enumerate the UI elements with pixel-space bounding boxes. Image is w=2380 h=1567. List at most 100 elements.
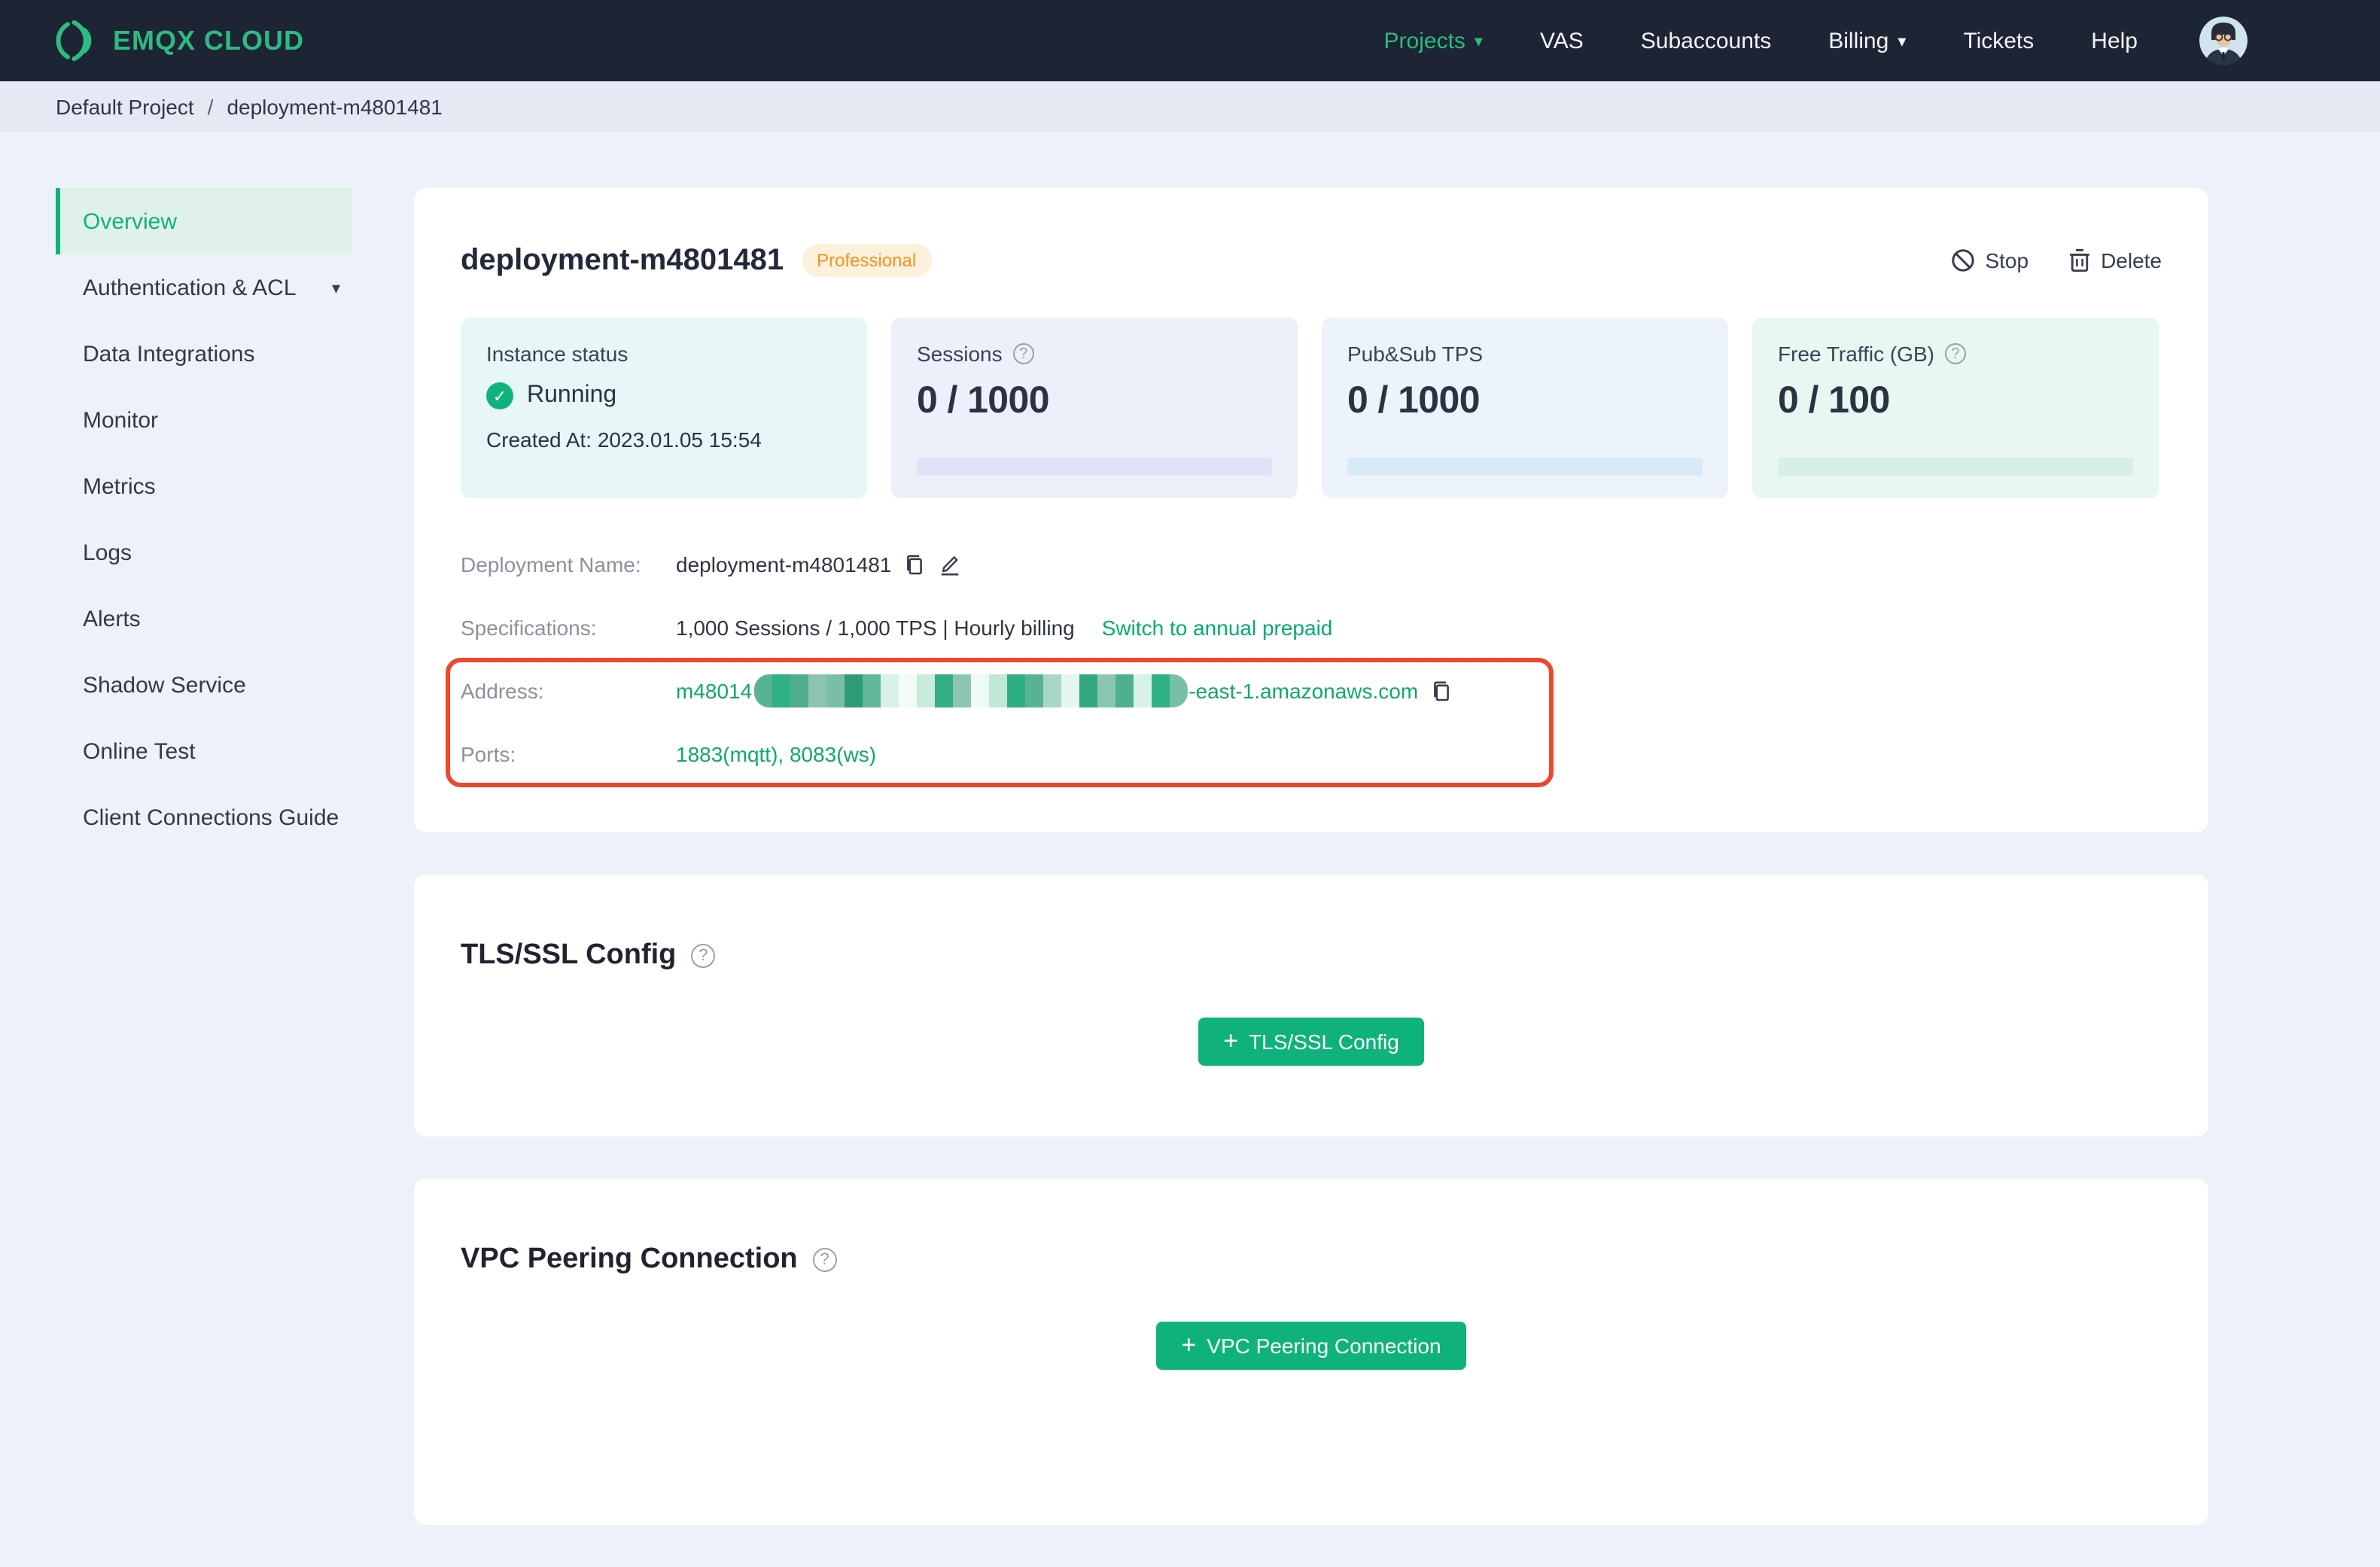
nav-item-help[interactable]: Help — [2062, 0, 2166, 81]
nav-label: Subaccounts — [1640, 28, 1772, 53]
nav-item-projects[interactable]: Projects ▾ — [1356, 0, 1511, 81]
created-at-text: Created At: 2023.01.05 15:54 — [486, 428, 762, 452]
sidebar-item-label: Client Connections Guide — [83, 805, 339, 830]
plus-icon: + — [1223, 1027, 1239, 1055]
sidebar-item-label: Metrics — [83, 473, 156, 499]
sidebar-item-label: Logs — [83, 540, 132, 565]
question-circle-icon[interactable]: ? — [812, 1248, 837, 1272]
sessions-label: Sessions — [917, 342, 1003, 366]
deployment-name-value: deployment-m4801481 — [676, 552, 892, 577]
sidebar-item-alerts[interactable]: Alerts — [56, 586, 352, 652]
nav-label: Billing — [1828, 28, 1889, 53]
vpc-peering-card: VPC Peering Connection ? + VPC Peering C… — [414, 1179, 2208, 1525]
add-tls-ssl-config-button[interactable]: + TLS/SSL Config — [1198, 1018, 1425, 1066]
ports-row: Ports: 1883(mqtt), 8083(ws) — [461, 723, 2162, 786]
sidebar-item-label: Shadow Service — [83, 672, 246, 698]
free-traffic-value: 0 / 100 — [1778, 379, 1890, 421]
sessions-progress-bar — [917, 458, 1272, 476]
sessions-value: 0 / 1000 — [917, 379, 1050, 421]
sidebar-item-data-integrations[interactable]: Data Integrations — [56, 321, 352, 387]
brand-logo[interactable]: EMQX CLOUD — [53, 18, 304, 63]
chevron-down-icon: ▾ — [331, 279, 340, 297]
address-suffix: -east-1.amazonaws.com — [1188, 679, 1419, 703]
pubsub-tps-progress-bar — [1347, 458, 1703, 476]
question-circle-icon[interactable]: ? — [691, 944, 716, 968]
ports-value: 1883(mqtt), 8083(ws) — [676, 742, 877, 766]
sidebar-item-label: Authentication & ACL — [83, 275, 297, 300]
sidebar-item-monitor[interactable]: Monitor — [56, 387, 352, 453]
sidebar: Overview Authentication & ACL ▾ Data Int… — [0, 132, 352, 1567]
user-avatar[interactable] — [2199, 17, 2248, 65]
sidebar-item-shadow-service[interactable]: Shadow Service — [56, 652, 352, 718]
nav-item-subaccounts[interactable]: Subaccounts — [1612, 0, 1800, 81]
nav-label: Help — [2091, 28, 2138, 53]
add-vpc-peering-button[interactable]: + VPC Peering Connection — [1155, 1322, 1467, 1370]
vpc-peering-title: VPC Peering Connection — [461, 1243, 798, 1275]
sessions-card: Sessions ? 0 / 1000 — [891, 318, 1298, 498]
nav-item-billing[interactable]: Billing ▾ — [1800, 0, 1934, 81]
deployment-name-label: Deployment Name: — [461, 552, 641, 577]
redacted-address-mosaic — [753, 674, 1188, 707]
sidebar-item-metrics[interactable]: Metrics — [56, 453, 352, 519]
sidebar-item-label: Data Integrations — [83, 341, 255, 367]
copy-icon[interactable] — [1430, 680, 1453, 702]
instance-status-card: Instance status ✓ Running Created At: 20… — [461, 318, 867, 498]
emqx-logo-icon — [53, 18, 98, 63]
sidebar-item-label: Online Test — [83, 738, 196, 764]
address-row: Address: m48014 -east-1.amazonaws.com — [461, 659, 2162, 723]
chevron-down-icon: ▾ — [1898, 32, 1907, 50]
instance-status-value: Running — [527, 382, 617, 408]
address-prefix: m48014 — [676, 679, 753, 703]
switch-annual-prepaid-link[interactable]: Switch to annual prepaid — [1102, 616, 1333, 640]
add-vpc-peering-label: VPC Peering Connection — [1207, 1334, 1441, 1358]
top-navbar: EMQX CLOUD Projects ▾ VAS Subaccounts Bi… — [0, 0, 2380, 81]
plan-badge: Professional — [802, 244, 932, 277]
question-circle-icon[interactable]: ? — [1012, 343, 1034, 364]
sidebar-item-overview[interactable]: Overview — [56, 188, 352, 254]
nav-item-vas[interactable]: VAS — [1511, 0, 1612, 81]
sidebar-item-label: Alerts — [83, 606, 141, 631]
delete-button[interactable]: Delete — [2068, 248, 2162, 272]
sidebar-item-label: Overview — [83, 208, 178, 234]
breadcrumb-separator: / — [207, 95, 214, 119]
deployment-name-row: Deployment Name: deployment-m4801481 — [461, 533, 2162, 596]
edit-icon[interactable] — [938, 552, 962, 577]
pubsub-tps-value: 0 / 1000 — [1347, 379, 1481, 421]
check-circle-icon: ✓ — [486, 382, 513, 409]
ports-label: Ports: — [461, 742, 516, 766]
tls-ssl-title: TLS/SSL Config — [461, 939, 677, 971]
pubsub-tps-card: Pub&Sub TPS 0 / 1000 — [1322, 318, 1728, 498]
sidebar-item-logs[interactable]: Logs — [56, 519, 352, 586]
stop-icon — [1950, 248, 1974, 272]
nav-label: Tickets — [1963, 28, 2035, 53]
sidebar-item-label: Monitor — [83, 407, 159, 433]
plus-icon: + — [1181, 1331, 1197, 1359]
breadcrumb: Default Project / deployment-m4801481 — [0, 81, 2380, 132]
add-tls-ssl-config-label: TLS/SSL Config — [1249, 1030, 1399, 1054]
question-circle-icon[interactable]: ? — [1944, 343, 1966, 364]
free-traffic-label: Free Traffic (GB) — [1778, 342, 1934, 366]
address-label: Address: — [461, 679, 544, 703]
breadcrumb-project[interactable]: Default Project — [56, 95, 194, 119]
specifications-label: Specifications: — [461, 616, 597, 640]
top-nav-menu: Projects ▾ VAS Subaccounts Billing ▾ Tic… — [1356, 0, 2380, 81]
specifications-value: 1,000 Sessions / 1,000 TPS | Hourly bill… — [676, 616, 1075, 640]
sidebar-item-client-connections-guide[interactable]: Client Connections Guide — [56, 784, 352, 850]
deployment-overview-card: deployment-m4801481 Professional Stop De… — [414, 188, 2208, 832]
nav-item-tickets[interactable]: Tickets — [1934, 0, 2062, 81]
stop-label: Stop — [1985, 248, 2029, 272]
breadcrumb-current: deployment-m4801481 — [227, 95, 443, 119]
brand-name: EMQX CLOUD — [113, 25, 305, 55]
sidebar-item-online-test[interactable]: Online Test — [56, 718, 352, 784]
copy-icon[interactable] — [903, 553, 926, 576]
instance-status-label: Instance status — [486, 342, 628, 366]
trash-icon — [2068, 248, 2090, 272]
free-traffic-progress-bar — [1778, 458, 2133, 476]
stop-button[interactable]: Stop — [1950, 248, 2028, 272]
delete-label: Delete — [2101, 248, 2162, 272]
free-traffic-card: Free Traffic (GB) ? 0 / 100 — [1752, 318, 2159, 498]
specifications-row: Specifications: 1,000 Sessions / 1,000 T… — [461, 596, 2162, 659]
pubsub-tps-label: Pub&Sub TPS — [1347, 342, 1484, 366]
nav-label: VAS — [1539, 28, 1584, 53]
sidebar-item-authentication-acl[interactable]: Authentication & ACL ▾ — [56, 254, 352, 321]
